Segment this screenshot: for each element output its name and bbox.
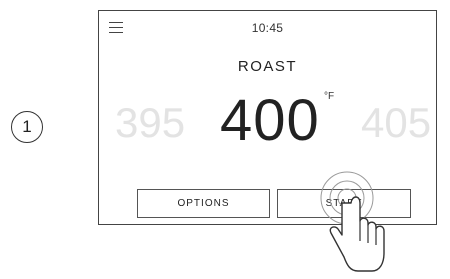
options-button-label: OPTIONS <box>177 198 230 209</box>
step-number-badge: 1 <box>11 111 43 143</box>
tap-hand-icon <box>320 171 385 272</box>
step-number: 1 <box>22 117 32 136</box>
temperature-selector[interactable]: 395 400 °F 405 <box>99 87 436 153</box>
instruction-illustration: 1 10:45 ROAST 395 400 °F 405 OPTIONS STA… <box>0 0 450 279</box>
temperature-unit: °F <box>324 91 335 102</box>
temperature-current-value: 400 <box>220 88 320 153</box>
clock-time: 10:45 <box>251 21 284 35</box>
options-button[interactable]: OPTIONS <box>137 189 270 218</box>
temperature-next-value[interactable]: 405 <box>361 99 431 147</box>
cooking-mode-title: ROAST <box>237 58 298 75</box>
temperature-previous-value[interactable]: 395 <box>115 99 185 147</box>
